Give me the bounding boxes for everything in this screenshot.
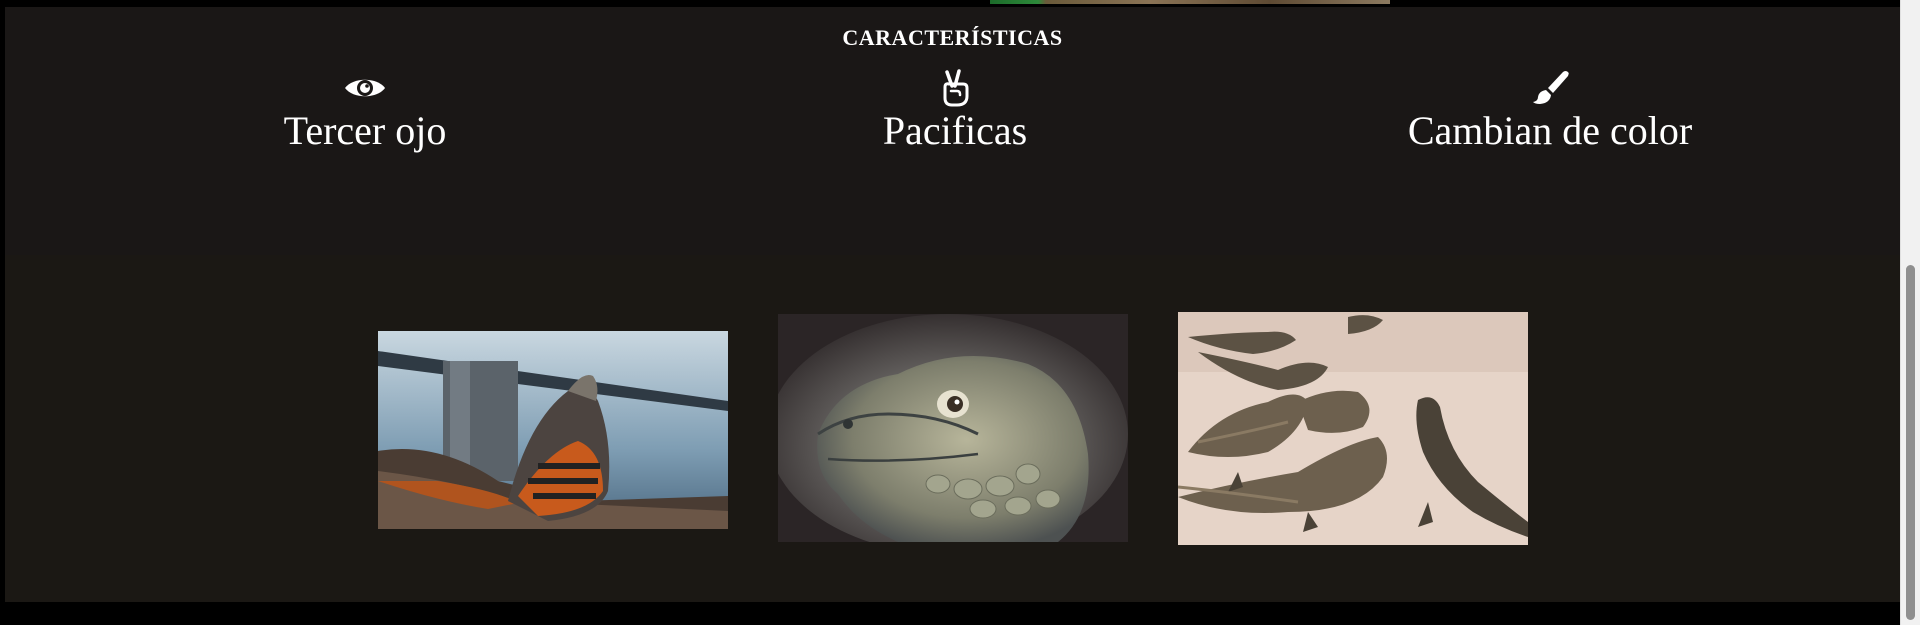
gallery-image-orange-iguana <box>378 331 728 529</box>
feature-peaceful: Pacificas <box>755 69 1155 153</box>
previous-section-image-edge <box>990 0 1390 4</box>
feature-color-change: Cambian de color <box>1350 69 1750 153</box>
eye-icon <box>345 79 385 97</box>
paint-brush-icon <box>1533 71 1569 104</box>
page-viewport: CARACTERÍSTICAS Tercer ojo Pacificas Cam… <box>0 0 1900 625</box>
feature-label: Pacificas <box>882 108 1028 153</box>
top-strip <box>0 0 1900 7</box>
left-edge <box>0 0 5 625</box>
footer-bar <box>5 602 1900 625</box>
feature-third-eye: Tercer ojo <box>165 69 565 153</box>
feature-label: Cambian de color <box>1407 108 1693 153</box>
gallery-image-iguana-group <box>1178 312 1528 545</box>
vertical-scrollbar[interactable] <box>1900 0 1920 625</box>
feature-label: Tercer ojo <box>283 108 447 153</box>
features-title: CARACTERÍSTICAS <box>842 25 1063 50</box>
gallery-image-iguana-head <box>778 314 1128 542</box>
peace-hand-icon <box>943 69 969 107</box>
scrollbar-thumb[interactable] <box>1906 265 1915 620</box>
features-section: CARACTERÍSTICAS Tercer ojo Pacificas Cam… <box>5 7 1900 255</box>
gallery-section <box>5 255 1900 602</box>
